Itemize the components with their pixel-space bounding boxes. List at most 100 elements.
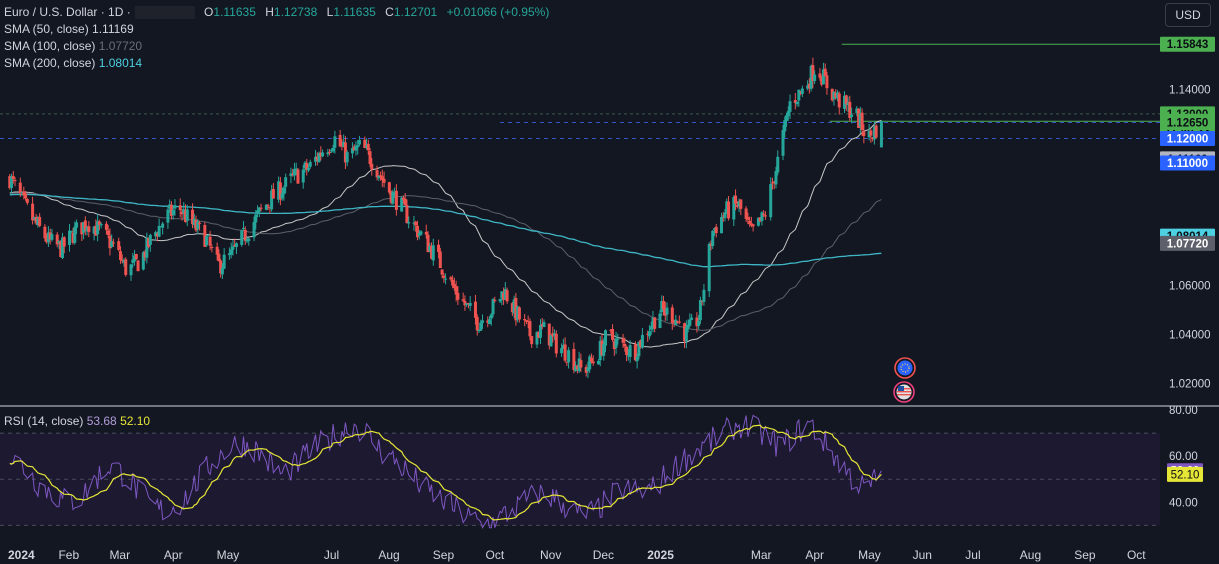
candle-body [368, 151, 372, 164]
candle-body [75, 222, 79, 228]
time-tick-label: Aug [378, 548, 399, 562]
candle-body [665, 307, 669, 315]
candle-body [437, 244, 441, 253]
time-tick-label: Jul [324, 548, 339, 562]
candle-body [480, 320, 484, 323]
candle-body [24, 193, 28, 199]
candle-body [210, 246, 214, 248]
candle-body [229, 249, 233, 255]
sma200-legend[interactable]: SMA (200, close) 1.08014 [4, 55, 142, 72]
candle-body [837, 93, 841, 108]
price-badge-label: 1.11000 [1167, 158, 1208, 170]
candle-body [414, 221, 418, 226]
candle-body [68, 230, 72, 246]
candle-body [136, 260, 140, 272]
candle-body [727, 201, 731, 219]
price-badge-label: 1.12650 [1167, 118, 1209, 130]
candle-body [333, 136, 337, 148]
candle-body [442, 275, 446, 278]
candle-body [356, 145, 360, 148]
rsi-value: 53.68 [86, 414, 117, 428]
candle-body [394, 190, 398, 210]
time-tick-label: Feb [58, 548, 79, 562]
price-tick-label: 1.14000 [1169, 84, 1211, 96]
candle-body [241, 228, 245, 230]
eu-flag-icon[interactable] [894, 357, 916, 379]
time-tick-label: Jul [965, 548, 980, 562]
chart-canvas: 1.140001.060001.040001.020001.158431.130… [0, 36, 1219, 562]
candle-body [823, 68, 827, 77]
candle-body [185, 209, 189, 221]
symbol-title[interactable]: Euro / U.S. Dollar · 1D · [4, 5, 131, 19]
redacted-exchange [134, 6, 195, 20]
candle-body [739, 199, 743, 209]
time-tick-label: May [217, 548, 240, 562]
sma100-value: 1.07720 [98, 39, 143, 53]
candle-body [763, 215, 767, 217]
candle-body [148, 234, 152, 245]
candle-body [110, 241, 114, 247]
price-badge-label: 1.07720 [1167, 238, 1209, 250]
candle-body [719, 216, 723, 234]
candle-body [284, 177, 288, 187]
candle-body [505, 290, 509, 302]
candle-body [106, 230, 110, 236]
candle-body [776, 156, 780, 173]
candle-body [328, 151, 332, 153]
candle-body [670, 307, 674, 323]
candle-body [795, 102, 799, 105]
rsi-tick-label: 80.00 [1169, 405, 1198, 417]
candle-body [171, 209, 175, 216]
candle-body [252, 221, 256, 238]
candle-body [73, 226, 77, 243]
candle-body [366, 143, 370, 151]
candle-body [449, 277, 453, 280]
candle-body [438, 251, 442, 269]
candle-body [69, 230, 73, 232]
candle-body [294, 168, 298, 170]
candle-body [215, 246, 219, 255]
candle-body [296, 169, 300, 184]
candle-body [697, 320, 701, 326]
candle-body [18, 182, 22, 194]
candle-body [554, 333, 558, 354]
candle-body [762, 214, 766, 216]
sma100-label: SMA (100, close) [4, 39, 96, 53]
candle-body [424, 231, 428, 235]
candle-body [850, 114, 854, 117]
candle-body [196, 221, 200, 230]
candle-body [259, 207, 263, 209]
time-tick-label: 2025 [647, 548, 674, 562]
candle-body [370, 163, 374, 170]
time-tick-label: Mar [751, 548, 772, 562]
candle-body [528, 321, 532, 337]
candle-body [688, 319, 692, 326]
candle-body [674, 319, 678, 325]
candle-body [549, 334, 553, 347]
candle-body [161, 223, 165, 228]
price-badge-label: 1.12000 [1167, 133, 1209, 145]
rsi-legend[interactable]: RSI (14, close) 53.68 52.10 [4, 413, 150, 430]
candle-body [614, 338, 618, 348]
candle-body [382, 178, 386, 183]
us-flag-icon[interactable] [893, 381, 915, 403]
candle-body [38, 216, 42, 226]
candle-body [596, 360, 600, 365]
candle-body [11, 176, 15, 179]
candle-body [400, 197, 404, 212]
candle-body [440, 269, 444, 275]
sma100-legend[interactable]: SMA (100, close) 1.07720 [4, 38, 142, 55]
candle-body [473, 301, 477, 318]
candle-body [13, 179, 17, 182]
candle-body [635, 356, 639, 362]
currency-button[interactable]: USD [1165, 3, 1211, 27]
candle-body [456, 292, 460, 300]
candle-body [781, 130, 785, 156]
candle-body [415, 225, 419, 238]
candle-body [523, 318, 527, 321]
symbol-legend: Euro / U.S. Dollar · 1D · O1.11635 H1.12… [4, 4, 549, 21]
price-tick-label: 1.06000 [1169, 281, 1211, 293]
sma50-legend[interactable]: SMA (50, close) 1.11169 [4, 21, 134, 38]
candle-body [702, 289, 706, 302]
candle-body [813, 74, 817, 82]
